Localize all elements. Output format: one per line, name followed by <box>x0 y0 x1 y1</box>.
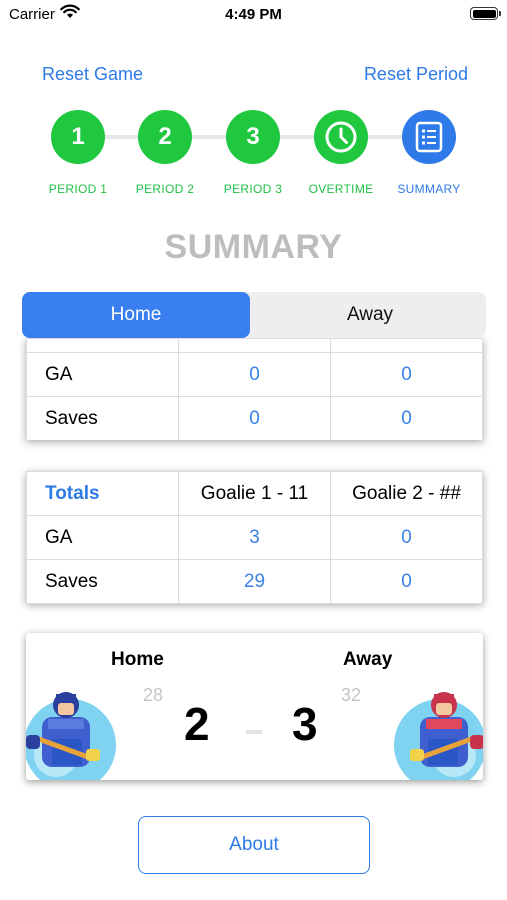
step-period-2-label: PERIOD 2 <box>135 182 195 196</box>
table-cell <box>26 338 179 353</box>
home-score: 2 <box>184 698 210 750</box>
step-period-2-circle: 2 <box>138 110 192 164</box>
totals-goalie2-saves: 0 <box>330 559 483 604</box>
home-team-label: Home <box>111 649 164 670</box>
row-label-saves: Saves <box>26 396 179 440</box>
step-period-1[interactable]: 1 PERIOD 1 <box>33 110 123 196</box>
step-period-1-circle: 1 <box>51 110 105 164</box>
step-period-1-label: PERIOD 1 <box>48 182 108 196</box>
table-cell <box>330 338 483 353</box>
totals-goalie1-ga: 3 <box>178 515 331 560</box>
status-bar: Carrier 4:49 PM <box>0 0 507 30</box>
goalie2-saves-value: 0 <box>330 396 483 440</box>
table-row: GA 0 0 <box>26 352 483 397</box>
goalie1-header: Goalie 1 - 11 <box>178 471 331 516</box>
home-shots: 28 <box>143 685 164 705</box>
away-shots: 32 <box>341 685 362 705</box>
segment-away[interactable]: Away <box>254 292 486 338</box>
totals-label-ga: GA <box>26 515 179 560</box>
hockey-player-icon-home <box>26 683 122 780</box>
goalie2-ga-value: 0 <box>330 352 483 397</box>
list-icon <box>402 110 456 164</box>
scoreboard-card: Home Away 28 32 2 3 <box>26 633 483 780</box>
totals-card: Totals Goalie 1 - 11 Goalie 2 - ## GA 3 … <box>26 471 483 604</box>
goalie1-ga-value: 0 <box>178 352 331 397</box>
table-row: Saves 29 0 <box>26 559 483 604</box>
table-row: Saves 0 0 <box>26 396 483 440</box>
step-period-3[interactable]: 3 PERIOD 3 <box>208 110 298 196</box>
period-stats-card: GA 0 0 Saves 0 0 <box>26 338 483 440</box>
table-cell <box>178 338 331 353</box>
status-time: 4:49 PM <box>225 6 282 23</box>
segment-home[interactable]: Home <box>22 292 250 338</box>
hockey-player-icon-away <box>388 683 483 780</box>
totals-goalie2-ga: 0 <box>330 515 483 560</box>
battery-icon <box>470 7 501 20</box>
step-period-3-circle: 3 <box>226 110 280 164</box>
goalie2-header: Goalie 2 - ## <box>330 471 483 516</box>
period-stepper: 1 PERIOD 1 2 PERIOD 2 3 PERIOD 3 OVERTIM… <box>0 110 507 200</box>
row-label-ga: GA <box>26 352 179 397</box>
team-segmented-control: Home Away <box>22 292 486 338</box>
table-row: GA 3 0 <box>26 515 483 560</box>
step-summary[interactable]: SUMMARY <box>384 110 474 196</box>
score-divider <box>246 730 262 734</box>
step-period-2[interactable]: 2 PERIOD 2 <box>120 110 210 196</box>
totals-header: Totals <box>26 471 179 516</box>
about-button[interactable]: About <box>138 816 370 874</box>
step-summary-label: SUMMARY <box>397 182 461 196</box>
away-score: 3 <box>292 698 318 750</box>
away-team-label: Away <box>343 649 393 670</box>
reset-game-button[interactable]: Reset Game <box>42 64 143 85</box>
totals-goalie1-saves: 29 <box>178 559 331 604</box>
step-overtime[interactable]: OVERTIME <box>296 110 386 196</box>
page-title: SUMMARY <box>164 228 343 266</box>
step-period-3-label: PERIOD 3 <box>223 182 283 196</box>
goalie1-saves-value: 0 <box>178 396 331 440</box>
step-overtime-label: OVERTIME <box>308 182 374 196</box>
table-row <box>26 338 483 353</box>
reset-period-button[interactable]: Reset Period <box>364 64 468 85</box>
table-header-row: Totals Goalie 1 - 11 Goalie 2 - ## <box>26 471 483 516</box>
totals-label-saves: Saves <box>26 559 179 604</box>
clock-icon <box>314 110 368 164</box>
